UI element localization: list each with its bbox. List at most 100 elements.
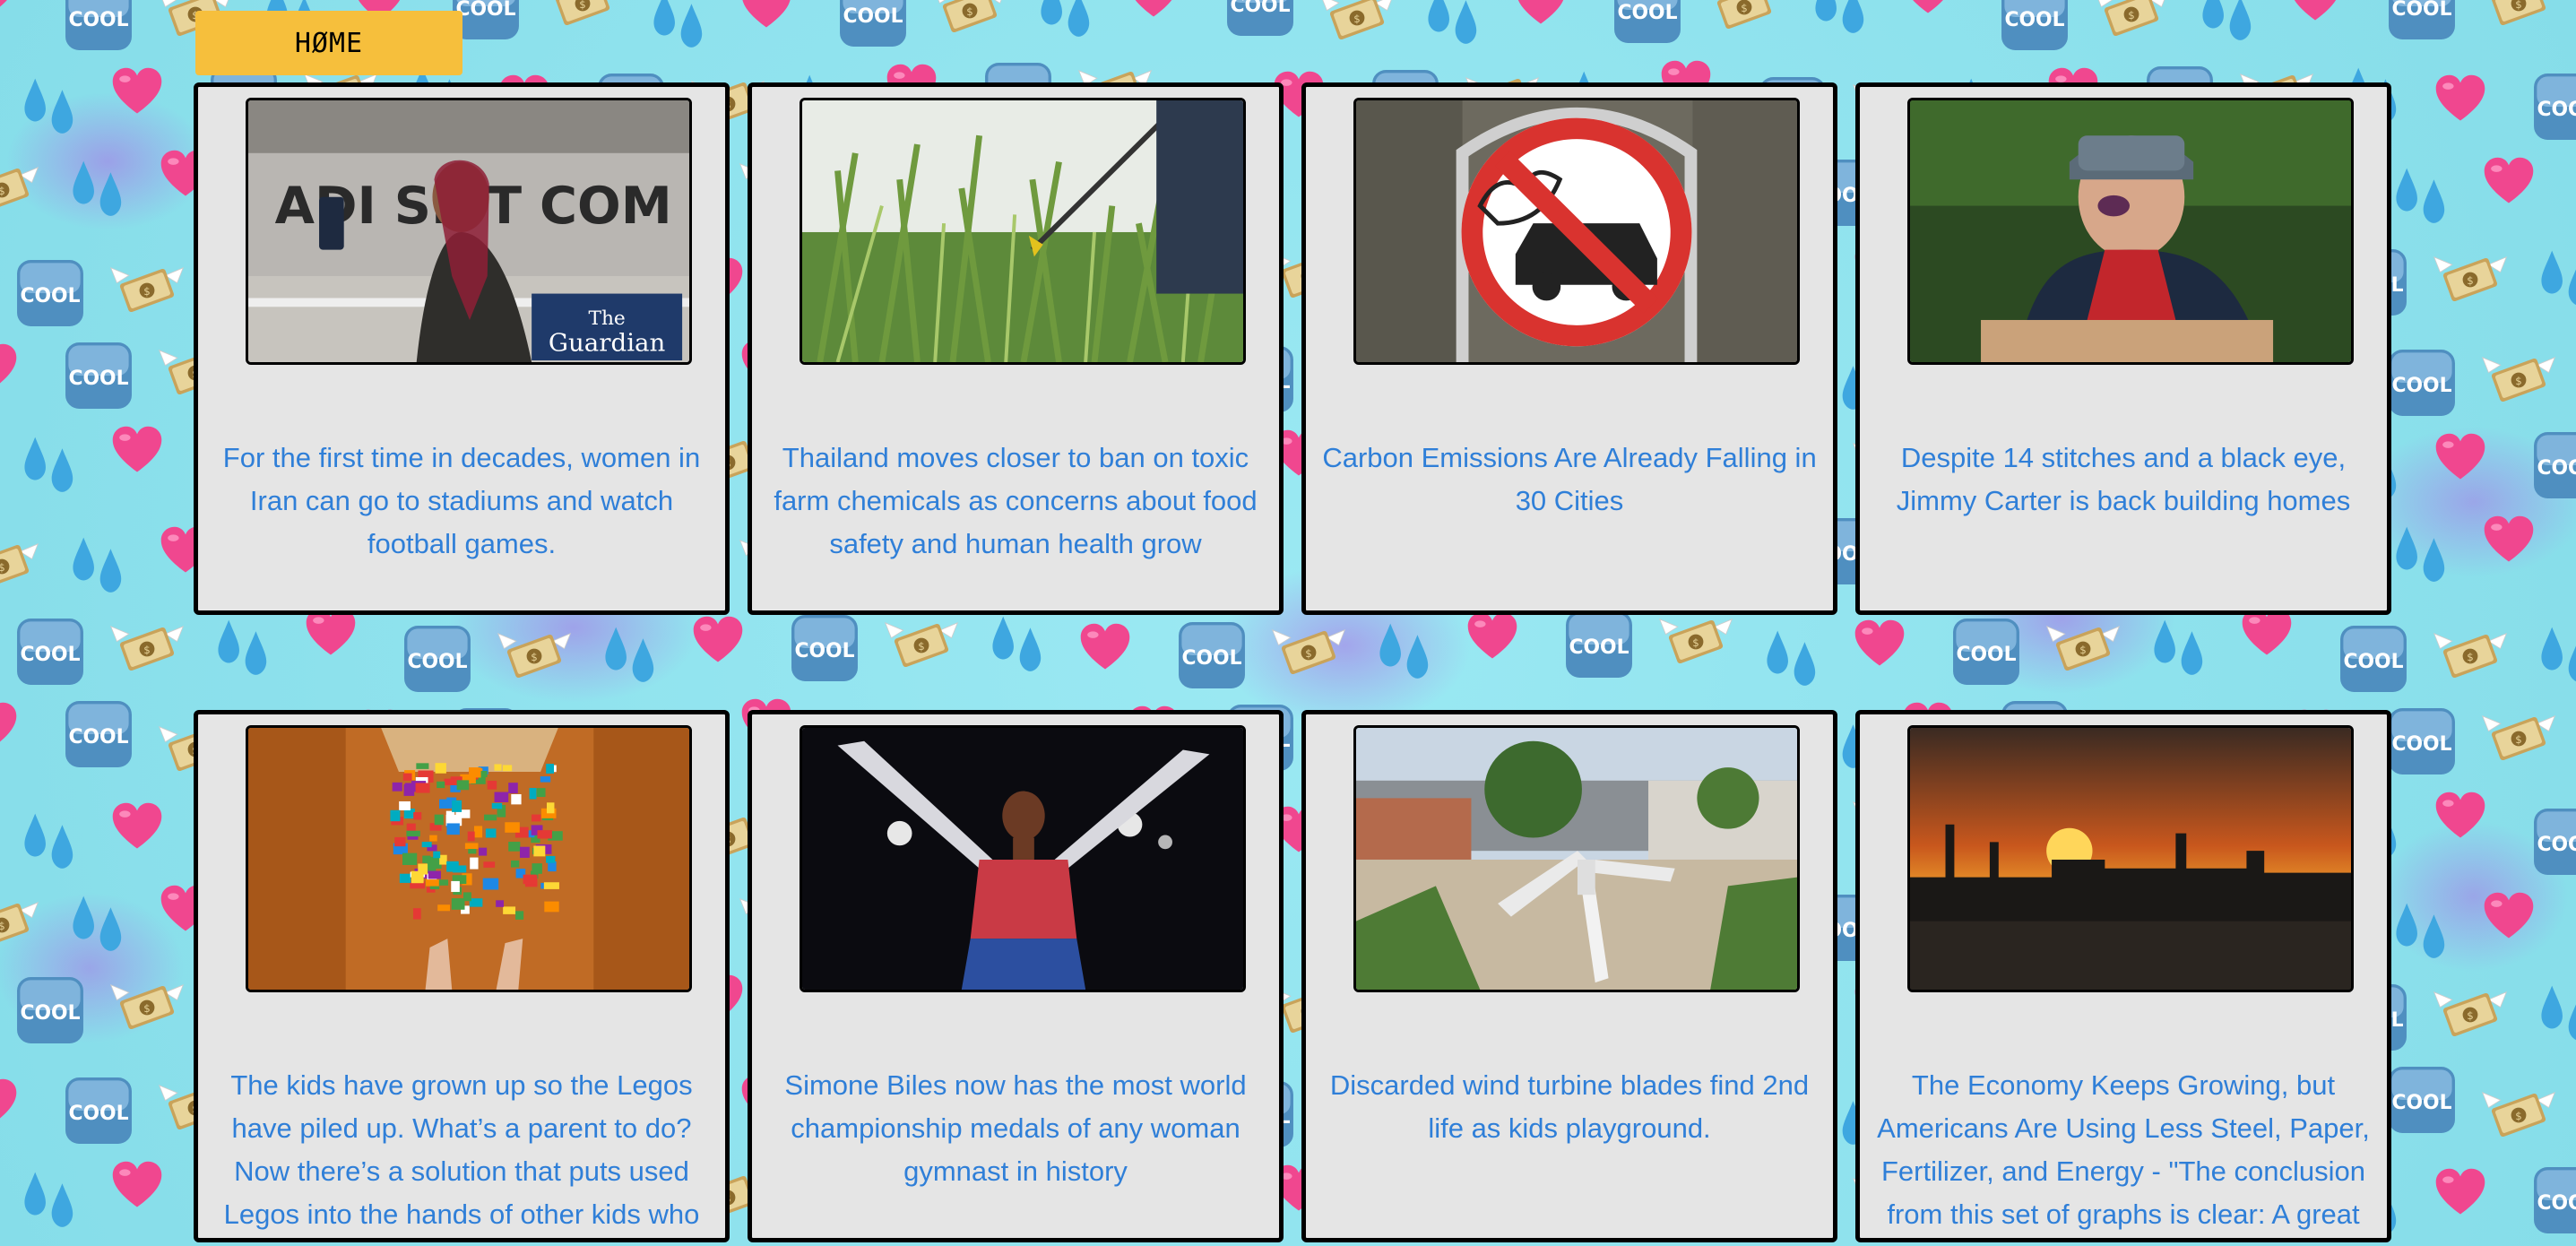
money-wings-icon [2482,0,2555,27]
home-button[interactable]: HØME [195,11,462,75]
lego-brick [439,799,452,809]
article-headline-link[interactable]: For the first time in decades, women in … [205,437,718,566]
heart-icon [2435,792,2485,838]
lego-brick [532,814,541,822]
money-wings-icon [2433,256,2507,303]
droplets-icon [2541,627,2576,682]
lego-brick [467,831,475,842]
heart-icon [2290,0,2340,21]
article-card[interactable]: Thailand moves closer to ban on toxic fa… [748,82,1284,615]
droplets-icon [653,0,703,48]
cool-icon [2534,432,2576,498]
money-wings-icon [2095,0,2168,38]
cool-icon [2389,708,2455,774]
lego-brick [473,826,483,838]
article-card[interactable]: Simone Biles now has the most world cham… [748,710,1284,1242]
lego-brick [494,764,502,771]
article-headline-link[interactable]: Despite 14 stitches and a black eye, Jim… [1867,437,2380,523]
heart-icon [2484,515,2534,562]
droplets-icon [73,896,122,951]
lego-brick [439,854,447,865]
lego-brick [546,802,555,814]
article-card[interactable]: Discarded wind turbine blades find 2nd l… [1301,710,1837,1242]
lego-brick [421,842,432,848]
lego-brick [494,792,509,803]
money-wings-icon [1707,0,1781,30]
crop-spraying-photo[interactable] [800,98,1246,365]
lego-brick [491,802,503,809]
money-wings-icon [110,267,184,314]
lego-brick [543,882,559,889]
cool-icon [1227,0,1293,36]
droplets-icon [2541,985,2576,1041]
lego-brick [482,878,499,890]
cool-icon [17,619,83,685]
woman-at-stadium-photo[interactable]: ADI SP T COM The Guardian [246,98,692,365]
heart-icon [1903,0,1953,13]
no-car-emissions-sign-photo[interactable] [1353,98,1800,365]
article-card[interactable]: ADI SP T COM The Guardian For the first … [194,82,730,615]
article-card[interactable]: The Economy Keeps Growing, but Americans… [1855,710,2391,1242]
gymnast-photo[interactable] [800,725,1246,992]
money-wings-icon [0,543,39,590]
heart-icon [0,343,17,390]
droplets-icon [24,78,73,134]
lego-brick [413,812,422,820]
svg-text:Guardian: Guardian [549,328,665,357]
lego-brick [426,879,439,887]
jimmy-carter-building-photo[interactable] [1907,98,2354,365]
lego-brick [546,764,555,774]
lego-brick [523,874,537,885]
cool-icon [1614,0,1681,43]
lego-brick [502,765,513,772]
lego-brick [406,823,416,832]
droplets-icon [24,1172,73,1227]
money-wings-icon [2482,715,2555,762]
lego-brick [485,828,497,838]
cool-icon [2534,1167,2576,1233]
droplets-icon [73,537,122,593]
article-headline-link[interactable]: Simone Biles now has the most world cham… [759,1064,1272,1193]
lego-brick [446,823,460,835]
lego-brick [487,781,497,790]
article-headline-link[interactable]: Carbon Emissions Are Already Falling in … [1313,437,1826,523]
money-wings-icon [2482,357,2555,403]
droplets-icon [2541,250,2576,306]
lego-brick [390,809,401,822]
lego-brick [456,780,470,791]
heart-icon [112,802,162,849]
money-wings-icon [546,0,619,27]
heart-icon [1128,0,1179,17]
lego-brick [416,763,429,769]
article-headline-link[interactable]: The Economy Keeps Growing, but Americans… [1867,1064,2380,1236]
cool-icon [2534,74,2576,140]
lego-brick [444,778,458,785]
article-headline-link[interactable]: Thailand moves closer to ban on toxic fa… [759,437,1272,566]
lego-brick [515,911,524,920]
lego-box-photo[interactable] [246,725,692,992]
lego-brick [503,906,516,914]
industrial-sunset-photo[interactable] [1907,725,2354,992]
lego-brick [508,783,518,794]
heart-icon [112,67,162,114]
lego-brick [412,908,421,920]
heart-icon [0,1078,17,1125]
heart-icon [2435,74,2485,121]
lego-brick [496,900,505,907]
heart-icon [0,0,17,13]
article-card[interactable]: The kids have grown up so the Legos have… [194,710,730,1242]
lego-brick [415,783,430,793]
lego-brick [394,836,406,847]
heart-icon [2435,433,2485,480]
article-card[interactable]: Despite 14 stitches and a black eye, Jim… [1855,82,2391,615]
article-headline-link[interactable]: Discarded wind turbine blades find 2nd l… [1313,1064,1826,1150]
cool-icon [65,342,132,409]
droplets-icon [24,813,73,869]
turbine-playground-photo[interactable] [1353,725,1800,992]
cool-icon [65,0,132,50]
article-card[interactable]: Carbon Emissions Are Already Falling in … [1301,82,1837,615]
lego-brick [429,835,437,842]
article-headline-link[interactable]: The kids have grown up so the Legos have… [205,1064,718,1236]
heart-icon [2484,892,2534,939]
lego-brick [529,788,537,800]
